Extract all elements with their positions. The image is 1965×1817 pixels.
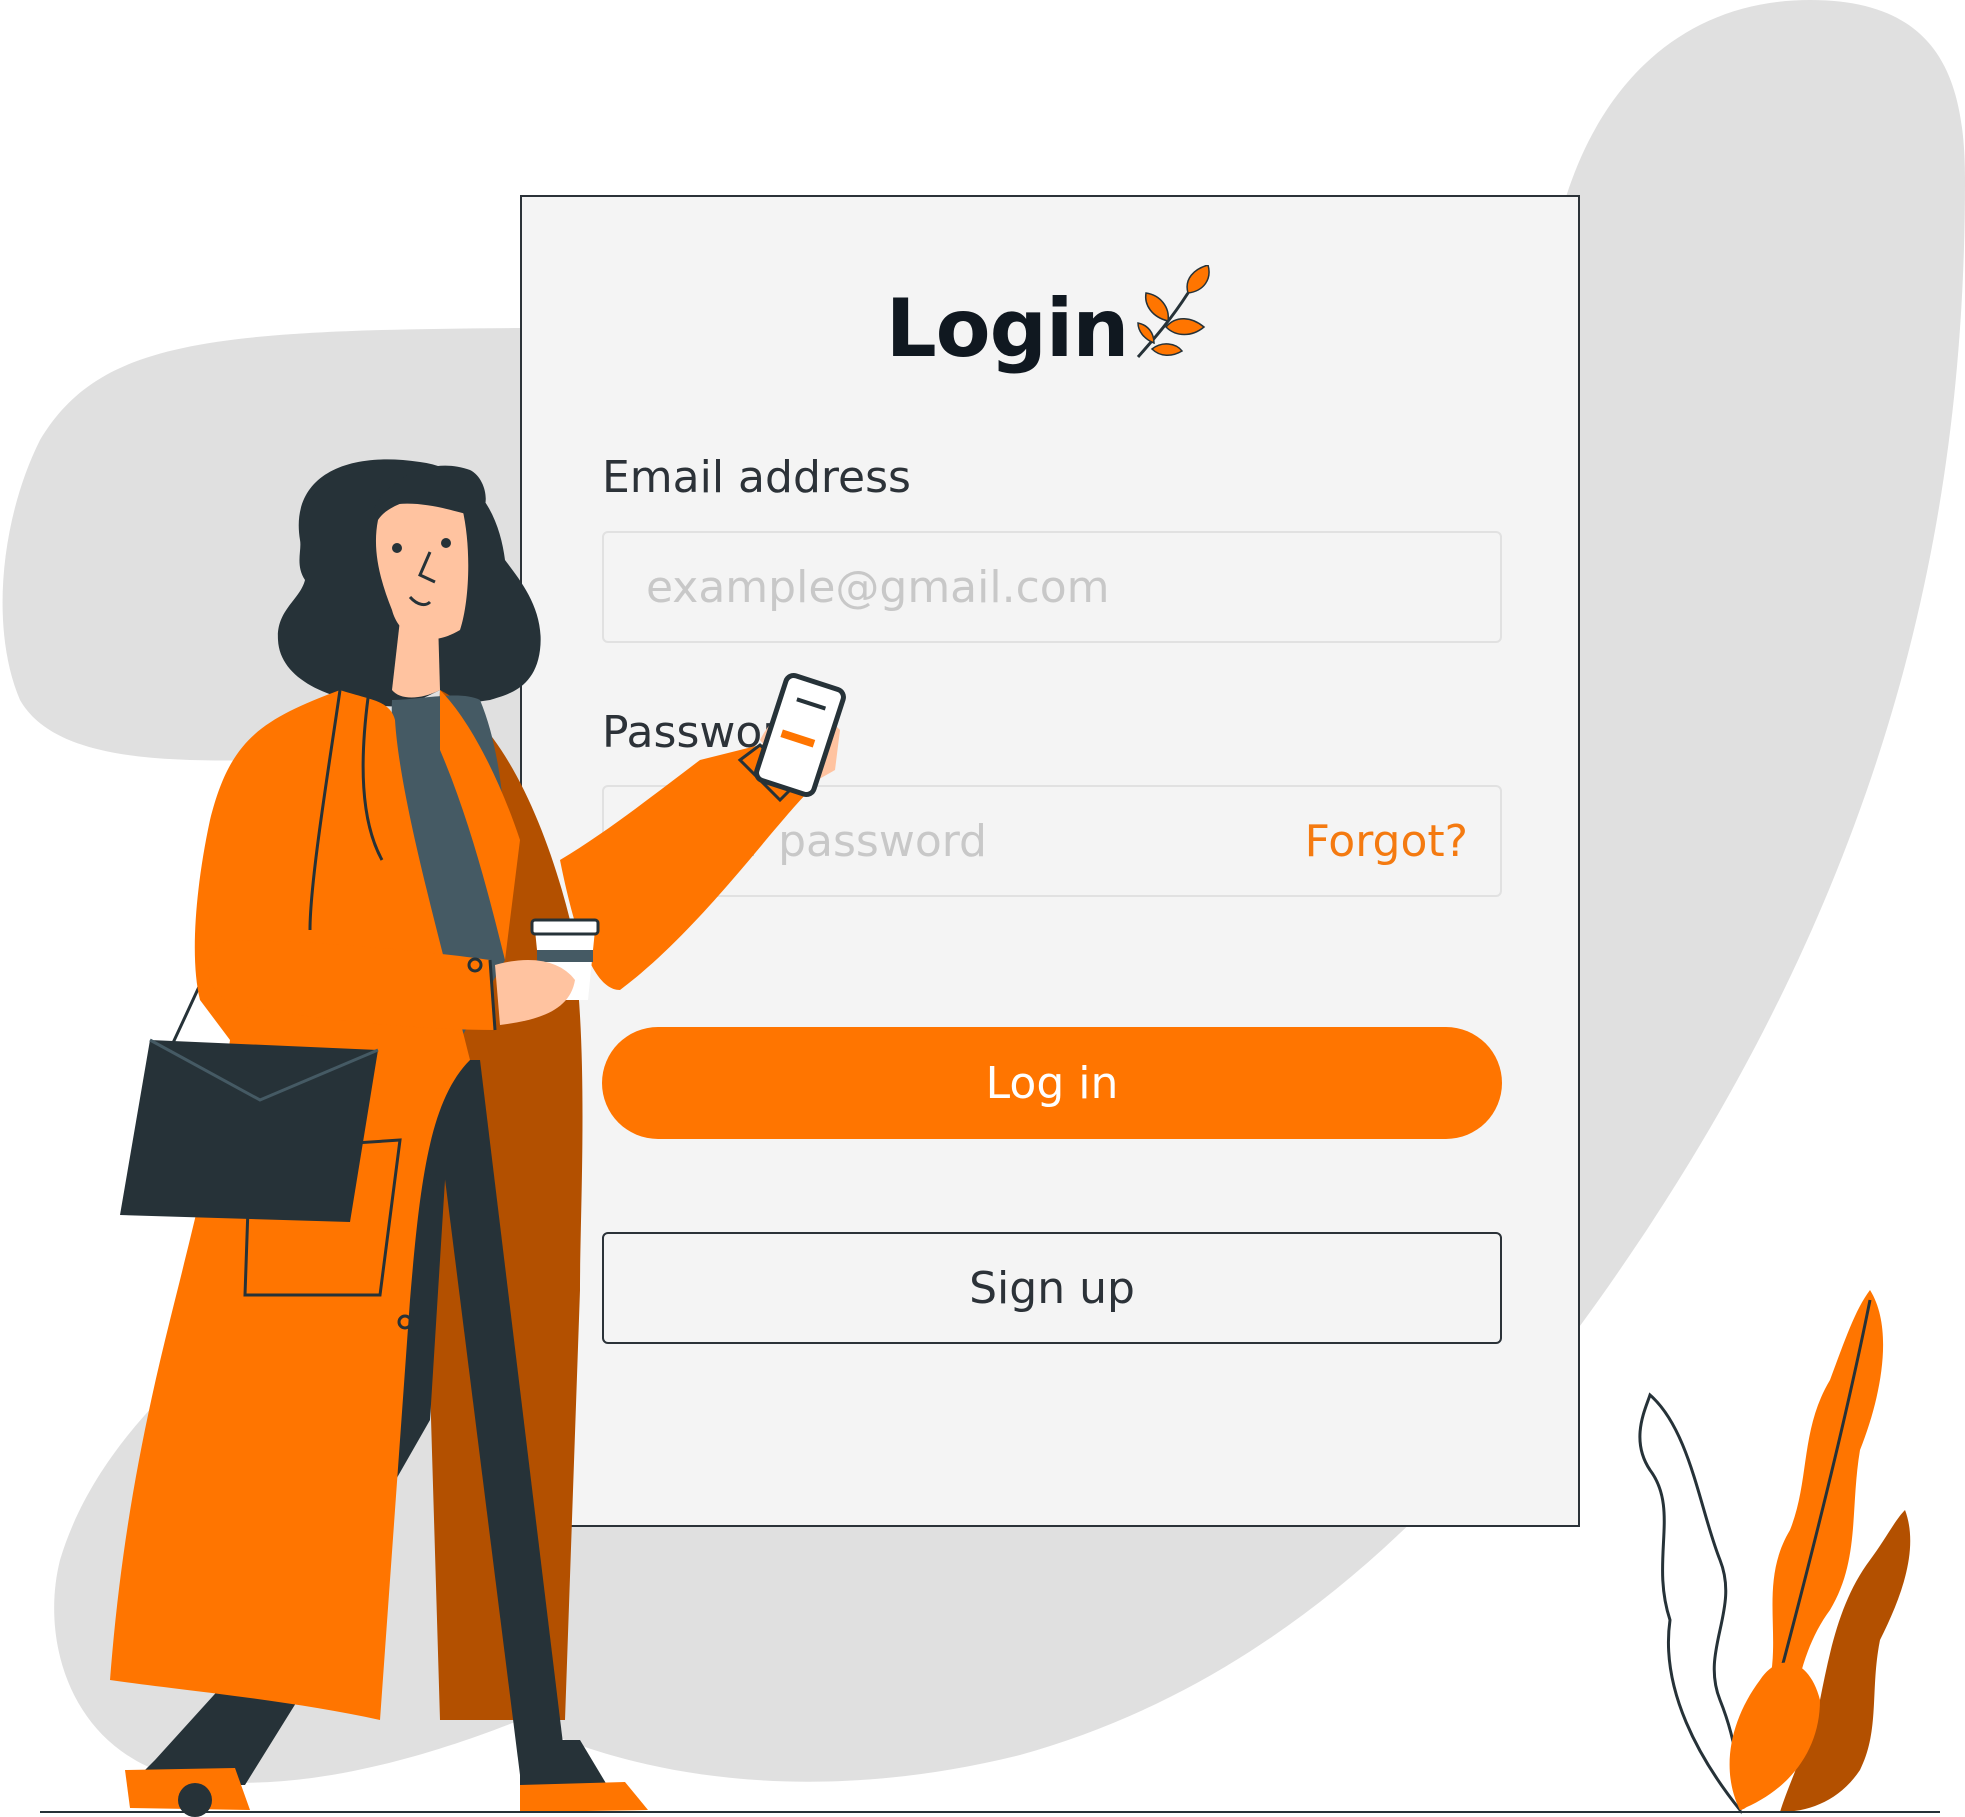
leaf-icon (1137, 265, 1210, 358)
email-placeholder: example@gmail.com (646, 561, 1110, 613)
login-button[interactable]: Log in (602, 1027, 1502, 1139)
login-title: Login (885, 282, 1130, 375)
login-illustration: Login Email address example@gmail.com Pa… (0, 0, 1965, 1817)
signup-button[interactable]: Sign up (602, 1232, 1502, 1344)
email-field[interactable]: example@gmail.com (602, 531, 1502, 643)
email-label: Email address (602, 452, 911, 503)
password-placeholder: Enter password (646, 815, 987, 867)
title-row: Login (522, 265, 1578, 369)
login-card: Login Email address example@gmail.com Pa… (520, 195, 1580, 1527)
forgot-password-link[interactable]: Forgot? (1305, 787, 1468, 895)
password-field[interactable]: Enter password Forgot? (602, 785, 1502, 897)
password-label: Password (602, 707, 808, 758)
